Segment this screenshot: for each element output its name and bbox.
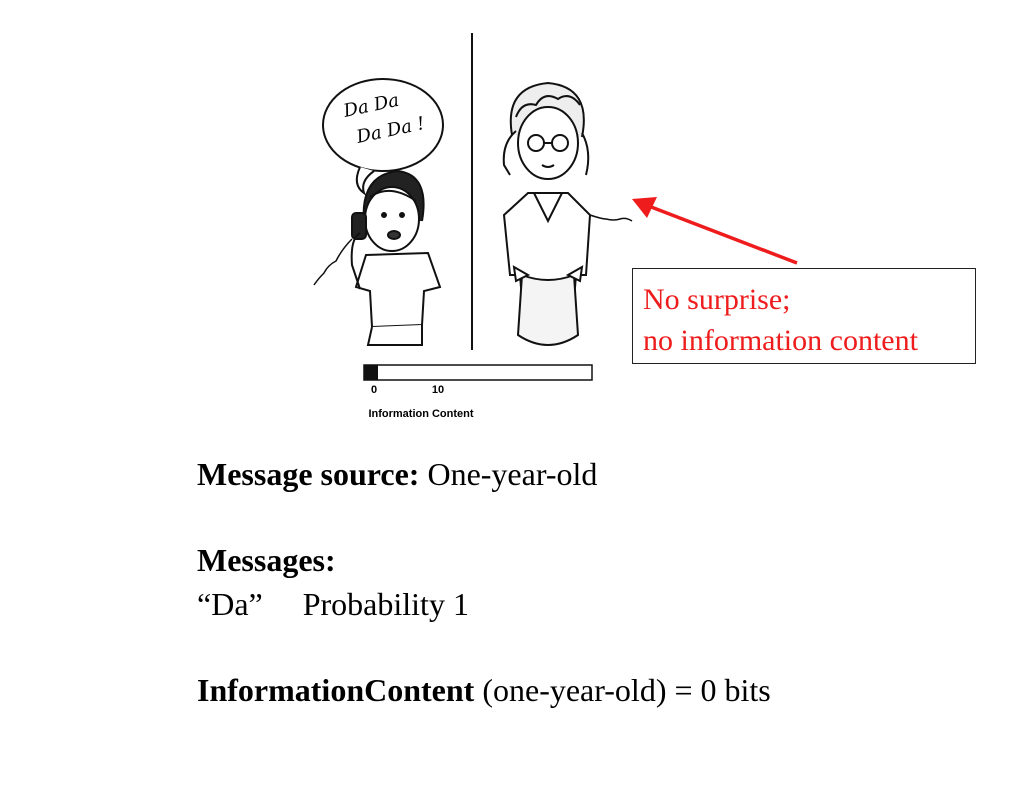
scale-tick-0: 0	[371, 384, 377, 396]
information-content-value: (one-year-old) = 0 bits	[482, 672, 771, 708]
messages-label: Messages:	[197, 538, 771, 582]
message-text: “Da”	[197, 586, 263, 622]
child-figure	[313, 169, 442, 346]
message-item: “Da” Probability 1	[197, 582, 771, 626]
slide-body: Message source: One-year-old Messages: “…	[197, 452, 771, 712]
message-source-line: Message source: One-year-old	[197, 452, 771, 496]
message-source-value: One-year-old	[427, 456, 598, 492]
information-content-line: InformationContent (one-year-old) = 0 bi…	[197, 668, 771, 712]
callout-line-1: No surprise;	[643, 283, 791, 316]
scale-bar	[363, 364, 593, 381]
scale-label: Information Content	[368, 408, 473, 420]
callout-line-2: no information content	[643, 324, 918, 357]
message-source-label: Message source:	[197, 456, 420, 492]
scale-fill	[364, 365, 378, 380]
scale-tick-10: 10	[432, 384, 444, 396]
phone-call-drawing: Da Da Da Da ! 0 10 Information Content	[313, 33, 633, 420]
woman-figure	[502, 81, 633, 346]
information-content-label: InformationContent	[197, 672, 475, 708]
callout-box: No surprise; no information content	[632, 268, 976, 364]
messages-label-text: Messages:	[197, 542, 336, 578]
cartoon-illustration: Da Da Da Da ! 0 10 Information Content	[290, 25, 640, 425]
information-content-scale: 0 10 Information Content	[363, 364, 593, 420]
message-probability: Probability 1	[302, 586, 469, 622]
